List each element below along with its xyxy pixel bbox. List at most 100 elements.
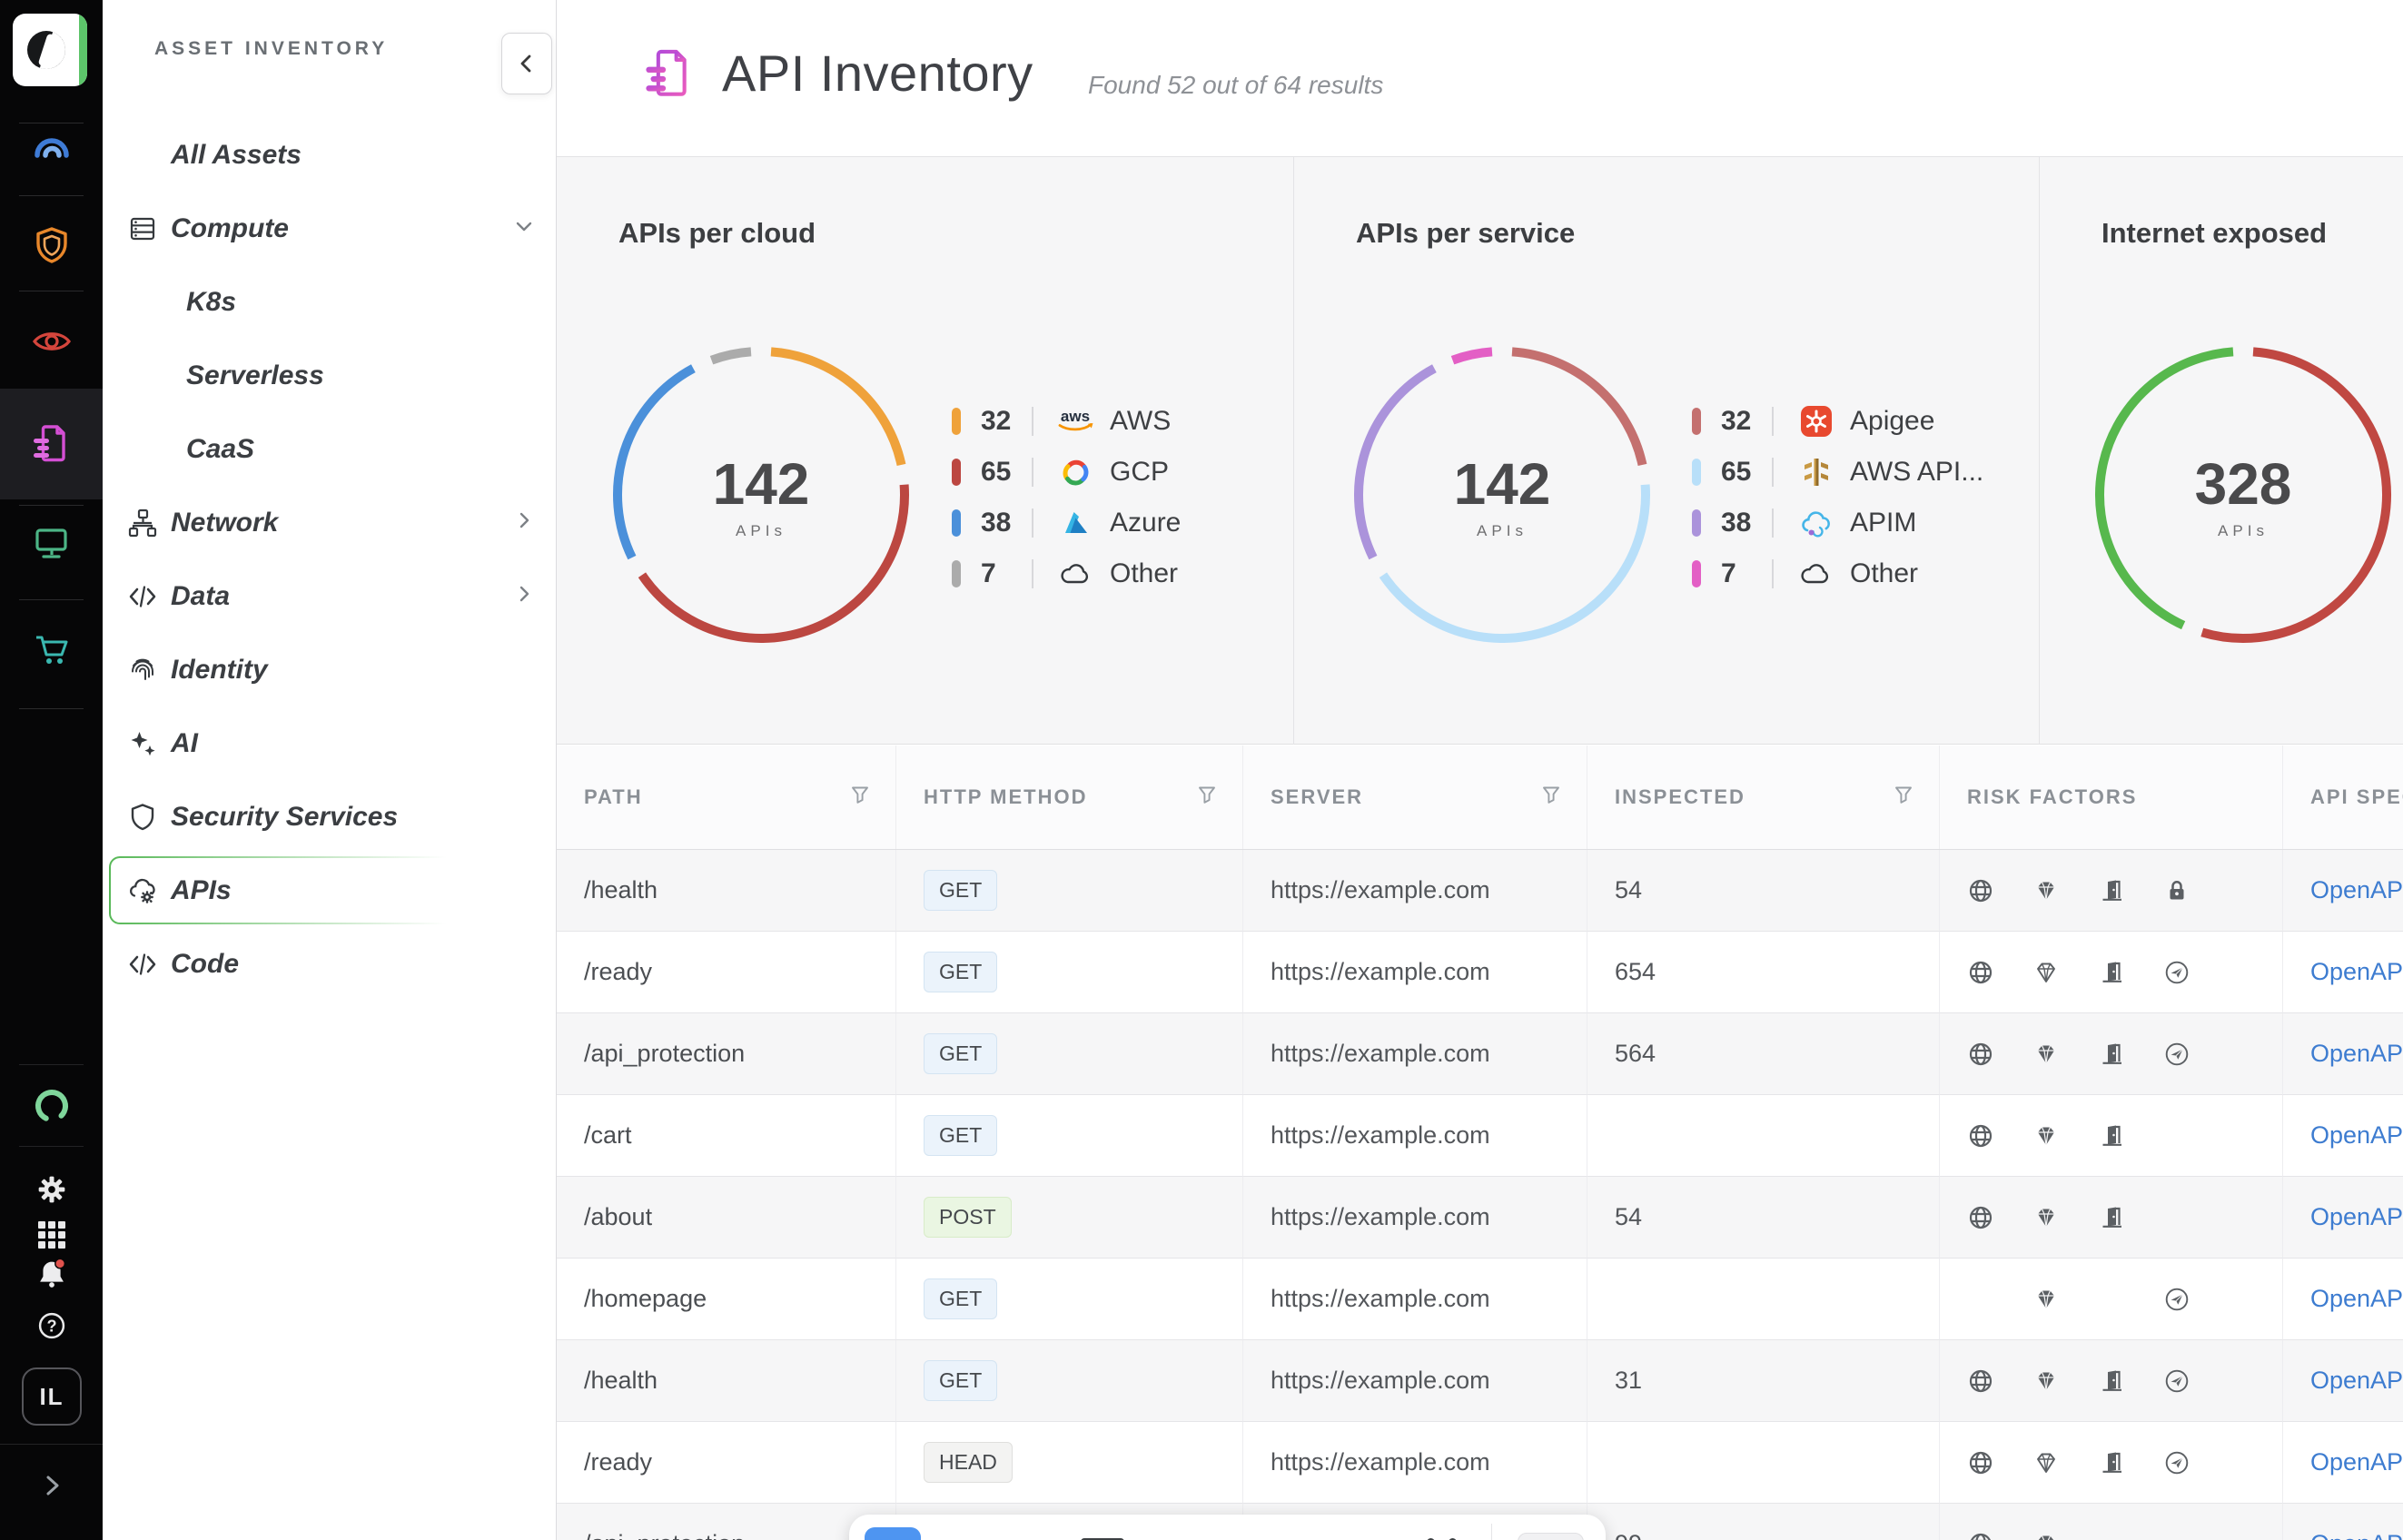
cell-inspected	[1587, 1259, 1940, 1340]
toolbar-divider	[1491, 1524, 1492, 1540]
legend-divider	[1772, 458, 1774, 487]
cell-risk-factors	[1940, 1177, 2283, 1259]
table-row[interactable]: /ready HEAD https://example.com OpenAPI	[557, 1422, 2403, 1504]
cloud-icon	[1795, 561, 1837, 587]
sidebar-item-k8s[interactable]: K8s	[109, 265, 545, 339]
column-header-label: API SPEC	[2310, 785, 2403, 809]
chevron-left-icon	[513, 50, 540, 77]
openapi-link[interactable]: OpenAPI	[2310, 1203, 2403, 1231]
orca-logo[interactable]	[13, 14, 87, 86]
monitor-icon[interactable]	[0, 516, 103, 572]
apps-grid-icon[interactable]	[0, 1213, 103, 1257]
primary-action-button[interactable]	[865, 1527, 921, 1540]
sidebar-item-label: Network	[171, 508, 278, 538]
sidebar-item-data[interactable]: Data	[109, 559, 545, 633]
column-header-label: PATH	[584, 785, 643, 809]
sidebar-item-network[interactable]: Network	[109, 486, 545, 559]
bell-icon[interactable]	[0, 1253, 103, 1297]
secondary-action-button[interactable]	[1518, 1533, 1584, 1540]
openapi-link[interactable]: OpenAPI	[2310, 958, 2403, 986]
plane-icon	[2163, 1449, 2190, 1476]
column-header-http-method[interactable]: HTTP METHOD	[896, 745, 1243, 849]
avatar-initials: IL	[39, 1383, 64, 1411]
network-icon	[127, 508, 158, 538]
cell-api-spec: OpenAPI	[2283, 1013, 2403, 1095]
avatar[interactable]: IL	[22, 1367, 82, 1426]
filter-funnel-icon[interactable]	[1894, 785, 1914, 810]
table-row[interactable]: /homepage GET https://example.com OpenAP…	[557, 1259, 2403, 1340]
sidebar-item-caas[interactable]: CaaS	[109, 412, 545, 486]
donut-total: 142	[713, 450, 810, 518]
globe-icon	[1967, 1204, 1994, 1231]
filter-funnel-icon[interactable]	[850, 785, 870, 810]
openapi-link[interactable]: OpenAPI	[2310, 1530, 2403, 1540]
table-row[interactable]: /cart GET https://example.com OpenAPI	[557, 1095, 2403, 1177]
column-header-path[interactable]: PATH	[557, 745, 896, 849]
table-row[interactable]: /ready GET https://example.com 654 OpenA…	[557, 932, 2403, 1013]
sidebar-item-label: K8s	[186, 287, 236, 318]
sidebar-item-apis[interactable]: APIs	[109, 854, 545, 927]
sidebar-item-serverless[interactable]: Serverless	[109, 339, 545, 412]
cell-risk-factors	[1940, 850, 2283, 932]
sidebar-item-compute[interactable]: Compute	[109, 192, 545, 265]
api-doc-icon[interactable]	[0, 407, 103, 479]
shield-icon[interactable]	[0, 218, 103, 272]
cell-http-method: GET	[896, 1095, 1243, 1177]
sidebar-item-all-assets[interactable]: All Assets	[109, 118, 545, 192]
gem-icon	[2032, 1204, 2060, 1231]
filter-funnel-icon[interactable]	[1197, 785, 1217, 810]
cell-api-spec: OpenAPI	[2283, 850, 2403, 932]
cell-path: /ready	[557, 1422, 896, 1504]
table-row[interactable]: /api_protection GET https://example.com …	[557, 1013, 2403, 1095]
legend-value: 32	[981, 406, 1024, 437]
gem-icon	[2032, 1531, 2060, 1540]
page-title: API Inventory	[722, 44, 1033, 103]
globe-icon	[1967, 1122, 1994, 1150]
method-badge: HEAD	[924, 1442, 1013, 1483]
column-header-label: SERVER	[1271, 785, 1363, 809]
cell-path: /cart	[557, 1095, 896, 1177]
cart-icon[interactable]	[0, 621, 103, 677]
eye-icon[interactable]	[0, 314, 103, 369]
chart-legend: 32 aws AWS 65 GCP 38 Azure 7 Other	[952, 396, 1181, 599]
help-icon[interactable]: ?	[0, 1302, 103, 1349]
column-header-server[interactable]: SERVER	[1243, 745, 1587, 849]
openapi-link[interactable]: OpenAPI	[2310, 1448, 2403, 1476]
column-header-api-spec[interactable]: API SPEC	[2283, 745, 2403, 849]
legend-value: 32	[1721, 406, 1765, 437]
expand-chevron-icon[interactable]	[0, 1458, 103, 1513]
door-icon	[2098, 1367, 2125, 1395]
legend-row-apigee: 32 Apigee	[1692, 396, 1983, 447]
table-row[interactable]: /health GET https://example.com 54 OpenA…	[557, 850, 2403, 932]
openapi-link[interactable]: OpenAPI	[2310, 876, 2403, 904]
sidebar-item-ai[interactable]: AI	[109, 706, 545, 780]
sidebar-item-security-services[interactable]: Security Services	[109, 780, 545, 854]
legend-divider	[1032, 559, 1033, 588]
cell-server: https://example.com	[1243, 850, 1587, 932]
gem-icon	[2032, 877, 2060, 904]
openapi-link[interactable]: OpenAPI	[2310, 1285, 2403, 1313]
gear-icon[interactable]	[0, 1166, 103, 1213]
door-icon	[2098, 1122, 2125, 1150]
radar-icon[interactable]	[0, 125, 103, 176]
sidebar-item-identity[interactable]: Identity	[109, 633, 545, 706]
column-header-risk-factors[interactable]: RISK FACTORS	[1940, 745, 2283, 849]
sidebar-item-code[interactable]: Code	[109, 927, 545, 1001]
loop-logo-icon[interactable]	[0, 1079, 103, 1133]
column-header-inspected[interactable]: INSPECTED	[1587, 745, 1940, 849]
svg-text:aws: aws	[1061, 408, 1090, 425]
cloud-gear-icon	[127, 875, 158, 906]
legend-row-gcp: 65 GCP	[952, 447, 1181, 498]
openapi-link[interactable]: OpenAPI	[2310, 1040, 2403, 1068]
filter-funnel-icon[interactable]	[1541, 785, 1561, 810]
table-row[interactable]: /health GET https://example.com 31 OpenA…	[557, 1340, 2403, 1422]
collapse-sidebar-button[interactable]	[501, 33, 552, 94]
legend-label: AWS API...	[1850, 457, 1983, 488]
shield-icon	[127, 802, 158, 833]
openapi-link[interactable]: OpenAPI	[2310, 1121, 2403, 1150]
legend-divider	[1032, 407, 1033, 436]
openapi-link[interactable]: OpenAPI	[2310, 1367, 2403, 1395]
table-row[interactable]: /about POST https://example.com 54 OpenA…	[557, 1177, 2403, 1259]
legend-value: 7	[1721, 558, 1765, 589]
chevron-right-icon	[512, 508, 536, 537]
